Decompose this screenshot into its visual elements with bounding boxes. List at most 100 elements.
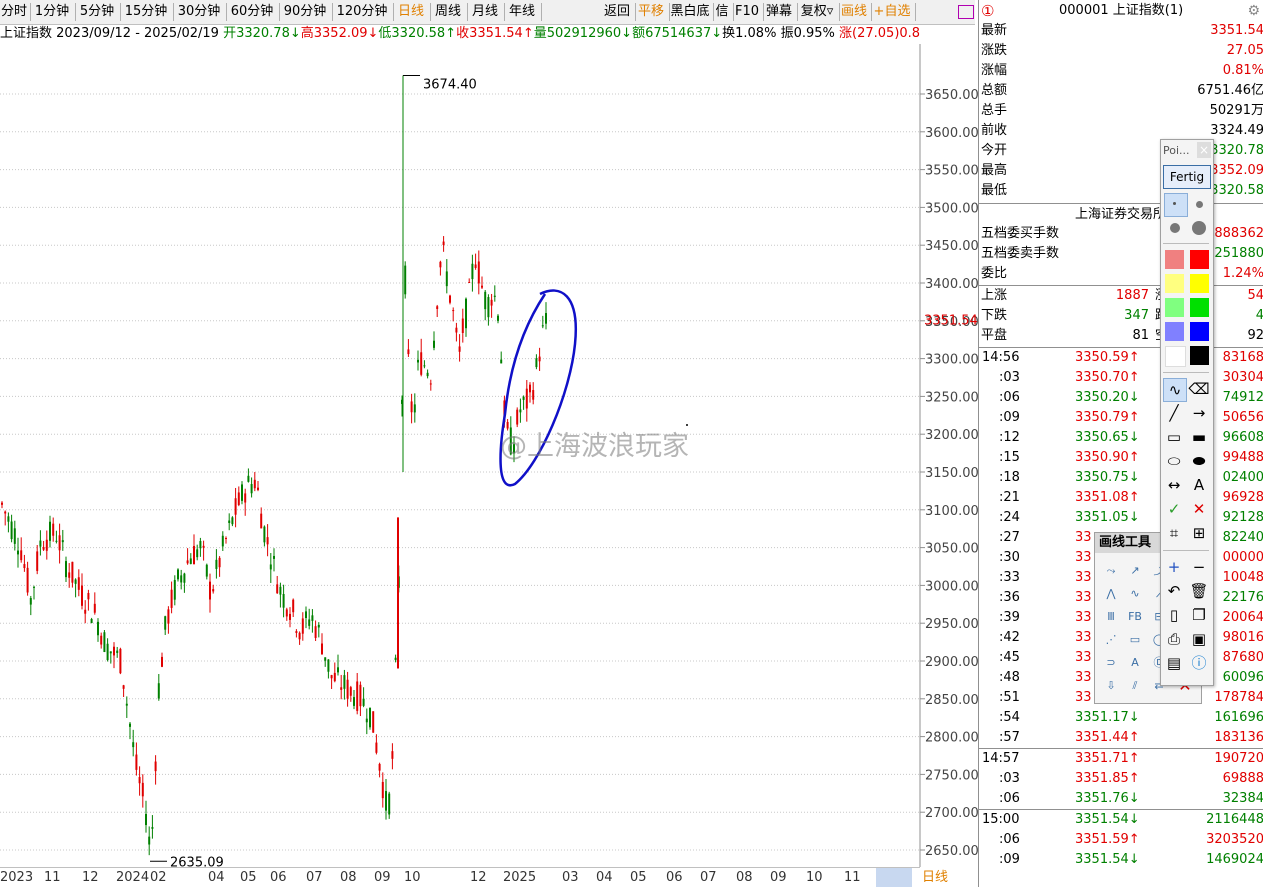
drawing-tool-button[interactable]: A — [1125, 653, 1145, 673]
toolbar-action-8[interactable]: +自选 — [871, 3, 916, 21]
palette-close-button[interactable]: × — [1197, 142, 1211, 158]
drawing-tool-button[interactable]: FB — [1125, 607, 1145, 627]
cross-icon[interactable]: ✕ — [1188, 498, 1210, 520]
period-badge[interactable]: 日线 — [922, 868, 972, 887]
toolbar-action-7[interactable]: 画线 — [839, 3, 872, 21]
y-tick-label: 2800.00 — [925, 731, 978, 746]
tick-price: 33 — [1075, 610, 1092, 625]
pointer-palette[interactable]: Poi... × Fertig ∿ ⌫ ╱ → ▭ ▬ ⬭ ⬬ ↔ A ✓ ✕ ⌗ ⊞ + − ↶ 🗑 ▯ ❐ ⎙ ▣ ▤ ⓘ — [1160, 139, 1214, 686]
window-number-badge[interactable]: ① — [981, 1, 994, 21]
candle-body — [391, 751, 394, 759]
text-icon[interactable]: A — [1188, 474, 1210, 496]
undo-icon[interactable]: ↶ — [1163, 580, 1185, 602]
eraser-icon[interactable]: ⌫ — [1188, 378, 1210, 400]
color-swatch[interactable] — [1190, 250, 1209, 269]
tick-price: 33 — [1075, 530, 1092, 545]
period-tab-11[interactable]: 年线 — [505, 3, 542, 21]
image-icon[interactable]: ▤ — [1163, 652, 1185, 674]
period-tab-3[interactable]: 15分钟 — [121, 3, 174, 21]
point-size-dot-3[interactable] — [1170, 223, 1180, 233]
check-icon[interactable]: ✓ — [1163, 498, 1185, 520]
x-tick-label: 05 — [240, 870, 257, 885]
candle-body — [167, 609, 170, 624]
quote-label: 涨跌 — [981, 43, 1008, 58]
period-tab-1[interactable]: 1分钟 — [31, 3, 76, 21]
drawing-tool-button[interactable]: ∿ — [1125, 584, 1145, 604]
settings-icon[interactable]: ⚙ — [1247, 1, 1260, 21]
color-swatch[interactable] — [1190, 322, 1209, 341]
double-arrow-icon[interactable]: ↔ — [1163, 474, 1185, 496]
candle-body — [199, 541, 202, 549]
info-icon[interactable]: ⓘ — [1188, 652, 1210, 674]
save-icon[interactable]: ▣ — [1188, 628, 1210, 650]
drawing-tool-button[interactable]: ⇩ — [1101, 676, 1121, 696]
rectangle-icon[interactable]: ▭ — [1163, 426, 1185, 448]
drawing-tool-button[interactable]: Ⅲ — [1101, 607, 1121, 627]
candle-body — [77, 577, 80, 590]
candle-body — [250, 484, 253, 494]
toolbar-action-0[interactable]: 返回 — [601, 3, 636, 21]
period-tab-5[interactable]: 60分钟 — [227, 3, 280, 21]
breadth-count: 1887 — [1115, 288, 1149, 303]
toolbar-action-6[interactable]: 复权▿ — [797, 3, 840, 21]
arrow-icon[interactable]: → — [1188, 402, 1210, 424]
period-tab-10[interactable]: 月线 — [468, 3, 505, 21]
toolbar-action-5[interactable]: 弹幕 — [763, 3, 798, 21]
copy-icon[interactable]: ❐ — [1188, 604, 1210, 626]
period-tab-2[interactable]: 5分钟 — [76, 3, 121, 21]
point-size-dot-2[interactable] — [1196, 201, 1203, 208]
point-size-small[interactable] — [1164, 193, 1188, 217]
crop-icon[interactable]: ⌗ — [1163, 522, 1185, 544]
panel-toggle-icon[interactable] — [958, 5, 974, 19]
x-tick-label: 11 — [844, 870, 861, 885]
drawing-tool-button[interactable]: ⊃ — [1101, 653, 1121, 673]
color-swatch[interactable] — [1190, 298, 1209, 317]
period-tab-6[interactable]: 90分钟 — [280, 3, 333, 21]
tick-volume: 02400 — [1222, 470, 1263, 485]
color-swatch[interactable] — [1190, 346, 1209, 365]
drawing-tool-button[interactable]: ⫽ — [1125, 676, 1145, 696]
drawing-tool-button[interactable]: ⤳ — [1101, 561, 1121, 581]
x-tick-label: 2023 — [0, 870, 34, 885]
drawing-tool-button[interactable]: ↗ — [1125, 561, 1145, 581]
tick-volume: 190720 — [1214, 751, 1263, 766]
candle-body — [186, 560, 189, 564]
drawing-tool-button[interactable]: ▭ — [1125, 630, 1145, 650]
drawing-tool-button[interactable]: ⋀ — [1101, 584, 1121, 604]
toolbar-action-1[interactable]: 平移 — [635, 3, 670, 21]
toolbar-action-2[interactable]: 黑白底 — [669, 3, 714, 21]
candle-body — [33, 586, 35, 588]
freehand-icon[interactable]: ∿ — [1163, 378, 1187, 402]
filled-ellipse-icon[interactable]: ⬬ — [1188, 450, 1210, 472]
quote-row: 涨幅 0.81% — [979, 61, 1263, 81]
print-icon[interactable]: ⎙ — [1163, 628, 1185, 650]
new-page-icon[interactable]: ▯ — [1163, 604, 1185, 626]
color-swatch[interactable] — [1165, 346, 1186, 367]
color-swatch[interactable] — [1190, 274, 1209, 293]
period-tab-9[interactable]: 周线 — [431, 3, 468, 21]
color-swatch[interactable] — [1165, 298, 1184, 317]
toolbar-action-3[interactable]: 信 — [713, 3, 734, 21]
period-tab-0[interactable]: 分时 — [0, 3, 31, 21]
period-tab-7[interactable]: 120分钟 — [333, 3, 394, 21]
plus-icon[interactable]: + — [1163, 556, 1185, 578]
zoom-icon[interactable]: ⊞ — [1188, 522, 1210, 544]
candlestick-chart[interactable]: 3650.00 3600.00 3550.00 3500.00 3450.00 3400.… — [0, 44, 978, 887]
filled-rectangle-icon[interactable]: ▬ — [1188, 426, 1210, 448]
tick-row: :09 3351.54↓ 1469024 — [979, 850, 1263, 870]
y-tick-label: 3300.00 — [925, 353, 978, 368]
line-icon[interactable]: ╱ — [1163, 402, 1185, 424]
ellipse-icon[interactable]: ⬭ — [1163, 450, 1185, 472]
color-swatch[interactable] — [1165, 322, 1184, 341]
toolbar-action-4[interactable]: F10 — [733, 3, 764, 21]
period-tab-4[interactable]: 30分钟 — [174, 3, 227, 21]
color-swatch[interactable] — [1165, 274, 1184, 293]
point-size-dot-4[interactable] — [1192, 221, 1206, 235]
color-swatch[interactable] — [1165, 250, 1184, 269]
drawing-tool-button[interactable]: ⋰ — [1101, 630, 1121, 650]
period-tab-8[interactable]: 日线 — [394, 3, 431, 21]
minus-icon[interactable]: − — [1188, 556, 1210, 578]
done-button[interactable]: Fertig — [1163, 165, 1211, 189]
candle-body — [81, 585, 83, 606]
trash-icon[interactable]: 🗑 — [1188, 580, 1210, 602]
